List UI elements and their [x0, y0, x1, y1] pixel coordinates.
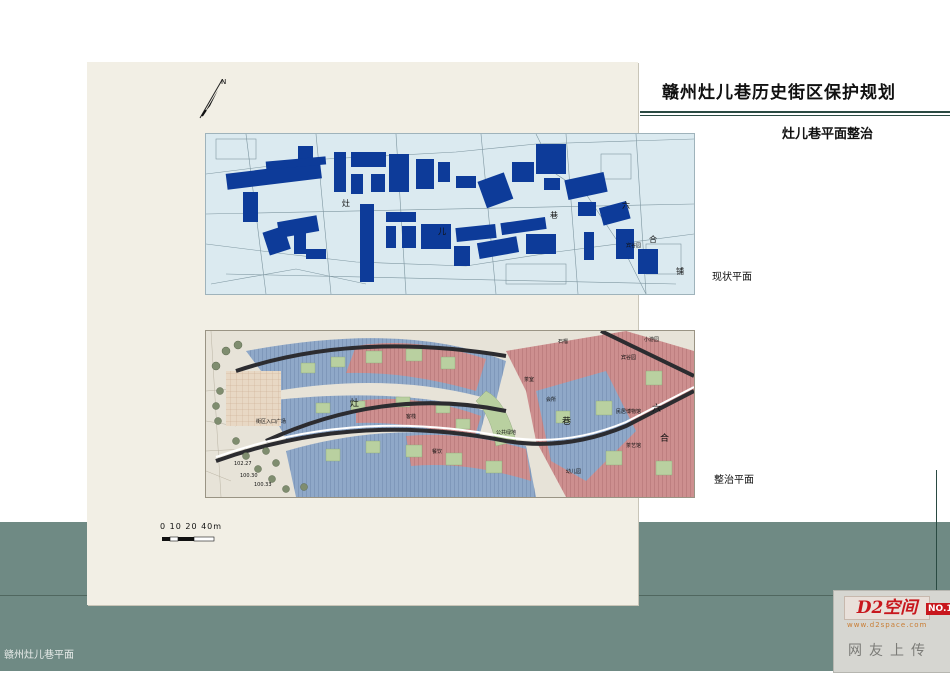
current-plan-caption: 现状平面 [712, 272, 752, 283]
place-label: 餐饮 [432, 448, 442, 455]
renovation-plan-caption: 整治平面 [714, 475, 754, 486]
street-char: 灶 [350, 397, 359, 409]
renovation-plan-drawing: 灶 巷 六 合 小游园 茶室 公共绿地 幼儿园 街区入口广场 客栈 茶艺馆 会所… [206, 331, 694, 497]
page-subtitle: 灶儿巷平面整治 [782, 127, 874, 142]
elevation-label: 102.27 [234, 461, 252, 467]
street-char: 灶 [342, 198, 350, 208]
page-title: 赣州灶儿巷历史街区保护规划 [662, 83, 896, 103]
logo-brand: D2空间 [844, 596, 930, 620]
title-rule [640, 111, 950, 113]
scale-bar: 0 10 20 40m [160, 522, 222, 550]
current-plan-map[interactable]: 灶 儿 巷 六 合 铺 宾谷园 [205, 133, 695, 295]
street-char: 六 [622, 200, 630, 210]
logo-upload-text: 网友上传 [848, 643, 932, 659]
street-char: 巷 [562, 416, 571, 427]
place-label: 会所 [546, 396, 556, 403]
street-char: 巷 [550, 211, 558, 220]
place-label: 客栈 [406, 413, 416, 420]
street-char: 六 [652, 402, 661, 414]
street-char: 儿 [438, 227, 446, 236]
place-label: 街区入口广场 [256, 418, 286, 425]
place-label: 小游园 [644, 336, 659, 343]
elevation-label: 100.33 [254, 482, 272, 488]
place-label: 茶室 [524, 376, 534, 383]
elevation-label: 100.30 [240, 473, 258, 479]
scale-graphic [162, 536, 215, 542]
current-plan-drawing: 灶 儿 巷 六 合 铺 宾谷园 [206, 134, 694, 294]
place-label: 茶艺馆 [626, 442, 641, 449]
street-char: 铺 [676, 266, 684, 276]
place-label: 石榴 [558, 338, 568, 345]
place-label: 幼儿园 [566, 468, 581, 475]
street-char: 合 [660, 432, 669, 444]
place-label: 宾谷园 [626, 242, 641, 249]
street-char: 合 [649, 234, 657, 244]
scale-ticks: 0 10 20 40m [160, 522, 223, 531]
place-label: 宾谷园 [621, 354, 636, 361]
place-label: 民居博物馆 [616, 408, 641, 415]
place-label: 公共绿地 [496, 429, 516, 436]
north-arrow-icon: N [199, 78, 226, 119]
logo-url: www.d2space.com [847, 621, 928, 629]
renovation-plan-map[interactable]: 灶 巷 六 合 小游园 茶室 公共绿地 幼儿园 街区入口广场 客栈 茶艺馆 会所… [205, 330, 695, 498]
frame-vertical-rule [936, 470, 937, 590]
d2space-logo[interactable]: D2空间 NO.16 www.d2space.com 网友上传 [833, 590, 950, 673]
logo-issue: NO.16 [926, 603, 950, 615]
footer-caption: 赣州灶儿巷平面 [4, 650, 74, 661]
north-label: N [221, 78, 226, 86]
title-rule-thin [640, 115, 950, 116]
